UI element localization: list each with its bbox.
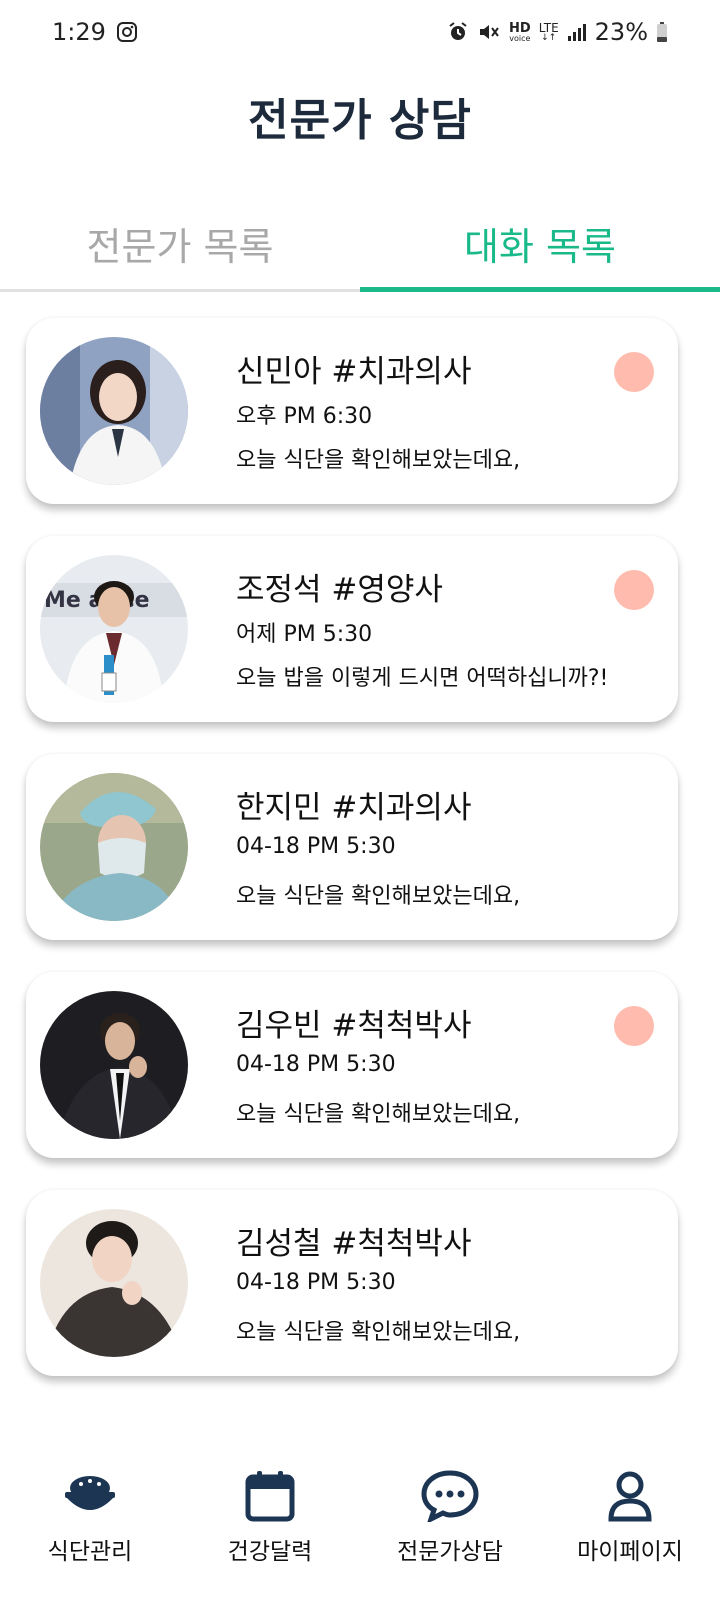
rice-bowl-icon [63,1468,117,1524]
chat-bubble-icon [421,1468,479,1524]
tab-bar: 전문가 목록 대화 목록 [0,200,720,292]
chat-time: 오후 PM 6:30 [236,404,373,429]
nav-label: 전문가상담 [397,1539,503,1565]
chat-list: 신민아 #치과의사 오후 PM 6:30 오늘 식단을 확인해보았는데요, Me… [26,318,678,1408]
unread-dot [614,570,654,610]
chat-name: 김성철 #척척박사 [236,1226,472,1262]
status-bar: 1:29 HD voice LTE ↓↑ 23% [0,0,720,64]
nav-label: 마이페이지 [577,1539,683,1565]
chat-name: 김우빈 #척척박사 [236,1008,472,1044]
chat-name: 한지민 #치과의사 [236,790,472,826]
instagram-icon [116,21,138,43]
nav-mypage[interactable]: 마이페이지 [540,1452,720,1600]
nav-diet[interactable]: 식단관리 [0,1452,180,1600]
chat-item[interactable]: 신민아 #치과의사 오후 PM 6:30 오늘 식단을 확인해보았는데요, [26,318,678,504]
chat-time: 04-18 PM 5:30 [236,1052,396,1077]
chat-item[interactable]: 한지민 #치과의사 04-18 PM 5:30 오늘 식단을 확인해보았는데요, [26,754,678,940]
page-title: 전문가 상담 [248,95,472,146]
chat-preview: 오늘 식단을 확인해보았는데요, [236,884,521,909]
battery-percent: 23% [594,18,648,46]
alarm-icon [447,21,469,43]
chat-item[interactable]: 김우빈 #척척박사 04-18 PM 5:30 오늘 식단을 확인해보았는데요, [26,972,678,1158]
bottom-nav: 식단관리 건강달력 전문가상담 마이페이지 [0,1452,720,1600]
chat-preview: 오늘 식단을 확인해보았는데요, [236,1320,521,1345]
status-time: 1:29 [52,18,106,46]
mute-icon [477,21,501,43]
avatar: Me al Ce [40,555,188,703]
calendar-icon [245,1468,295,1524]
chat-time: 어제 PM 5:30 [236,622,373,647]
lte-icon: LTE ↓↑ [538,20,559,43]
nav-calendar[interactable]: 건강달력 [180,1452,360,1600]
battery-icon [656,21,668,43]
chat-time: 04-18 PM 5:30 [236,1270,396,1295]
unread-dot [614,352,654,392]
chat-preview: 오늘 식단을 확인해보았는데요, [236,448,521,473]
hd-label: HD [509,20,531,36]
signal-icon [567,22,587,42]
chat-name: 신민아 #치과의사 [236,354,472,390]
lte-label: LTE [538,20,559,35]
tab-expert-list[interactable]: 전문가 목록 [0,200,360,292]
chat-time: 04-18 PM 5:30 [236,834,396,859]
nav-consult[interactable]: 전문가상담 [360,1452,540,1600]
hd-voice-icon: HD voice [509,22,531,43]
chat-item[interactable]: Me al Ce 조정석 #영양사 어제 PM 5:30 오늘 밥을 이렇게 드… [26,536,678,722]
nav-label: 건강달력 [227,1539,313,1565]
avatar [40,773,188,921]
chat-item[interactable]: 김성철 #척척박사 04-18 PM 5:30 오늘 식단을 확인해보았는데요, [26,1190,678,1376]
avatar [40,991,188,1139]
unread-dot [614,1006,654,1046]
chat-preview: 오늘 식단을 확인해보았는데요, [236,1102,521,1127]
chat-preview: 오늘 밥을 이렇게 드시면 어떡하십니까?! [236,666,609,691]
voice-label: voice [509,33,531,43]
chat-name: 조정석 #영양사 [236,572,443,608]
tab-chat-list[interactable]: 대화 목록 [360,200,720,292]
avatar [40,337,188,485]
nav-label: 식단관리 [47,1539,133,1565]
person-icon [607,1468,653,1524]
avatar [40,1209,188,1357]
